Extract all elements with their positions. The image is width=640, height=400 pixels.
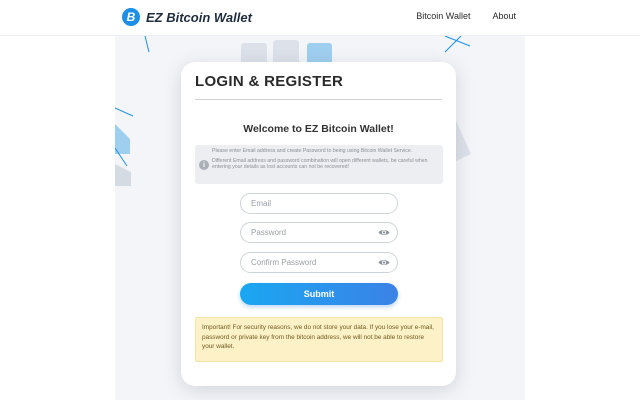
show-confirm-password-eye-icon[interactable]: [378, 258, 390, 267]
nav-link-bitcoin-wallet[interactable]: Bitcoin Wallet: [416, 11, 470, 21]
email-field[interactable]: [251, 194, 371, 213]
security-notice: Important! For security reasons, we do n…: [195, 317, 443, 362]
top-navbar: B EZ Bitcoin Wallet Bitcoin Wallet About: [0, 0, 640, 36]
show-password-eye-icon[interactable]: [378, 228, 390, 237]
brand-name: EZ Bitcoin Wallet: [146, 9, 252, 25]
info-line-1: Please enter Email address and create Pa…: [212, 148, 413, 154]
confirm-password-field-wrapper: [240, 252, 398, 273]
password-field[interactable]: [251, 223, 371, 242]
info-box: i Please enter Email address and create …: [195, 145, 443, 184]
card-title: LOGIN & REGISTER: [195, 73, 344, 90]
info-line-2: Different Email address and password com…: [212, 158, 428, 171]
info-icon: i: [199, 160, 209, 170]
nav-links: Bitcoin Wallet About: [416, 11, 516, 21]
password-field-wrapper: [240, 222, 398, 243]
nav-link-about[interactable]: About: [492, 11, 516, 21]
brand[interactable]: B EZ Bitcoin Wallet: [122, 7, 252, 27]
login-register-card: LOGIN & REGISTER Welcome to EZ Bitcoin W…: [181, 62, 456, 386]
confirm-password-field[interactable]: [251, 253, 371, 272]
bitcoin-logo-icon: B: [122, 8, 140, 26]
email-field-wrapper: [240, 193, 398, 214]
title-divider: [195, 99, 442, 100]
welcome-heading: Welcome to EZ Bitcoin Wallet!: [243, 123, 394, 135]
submit-button[interactable]: Submit: [240, 283, 398, 305]
info-text: Please enter Email address and create Pa…: [212, 148, 440, 171]
